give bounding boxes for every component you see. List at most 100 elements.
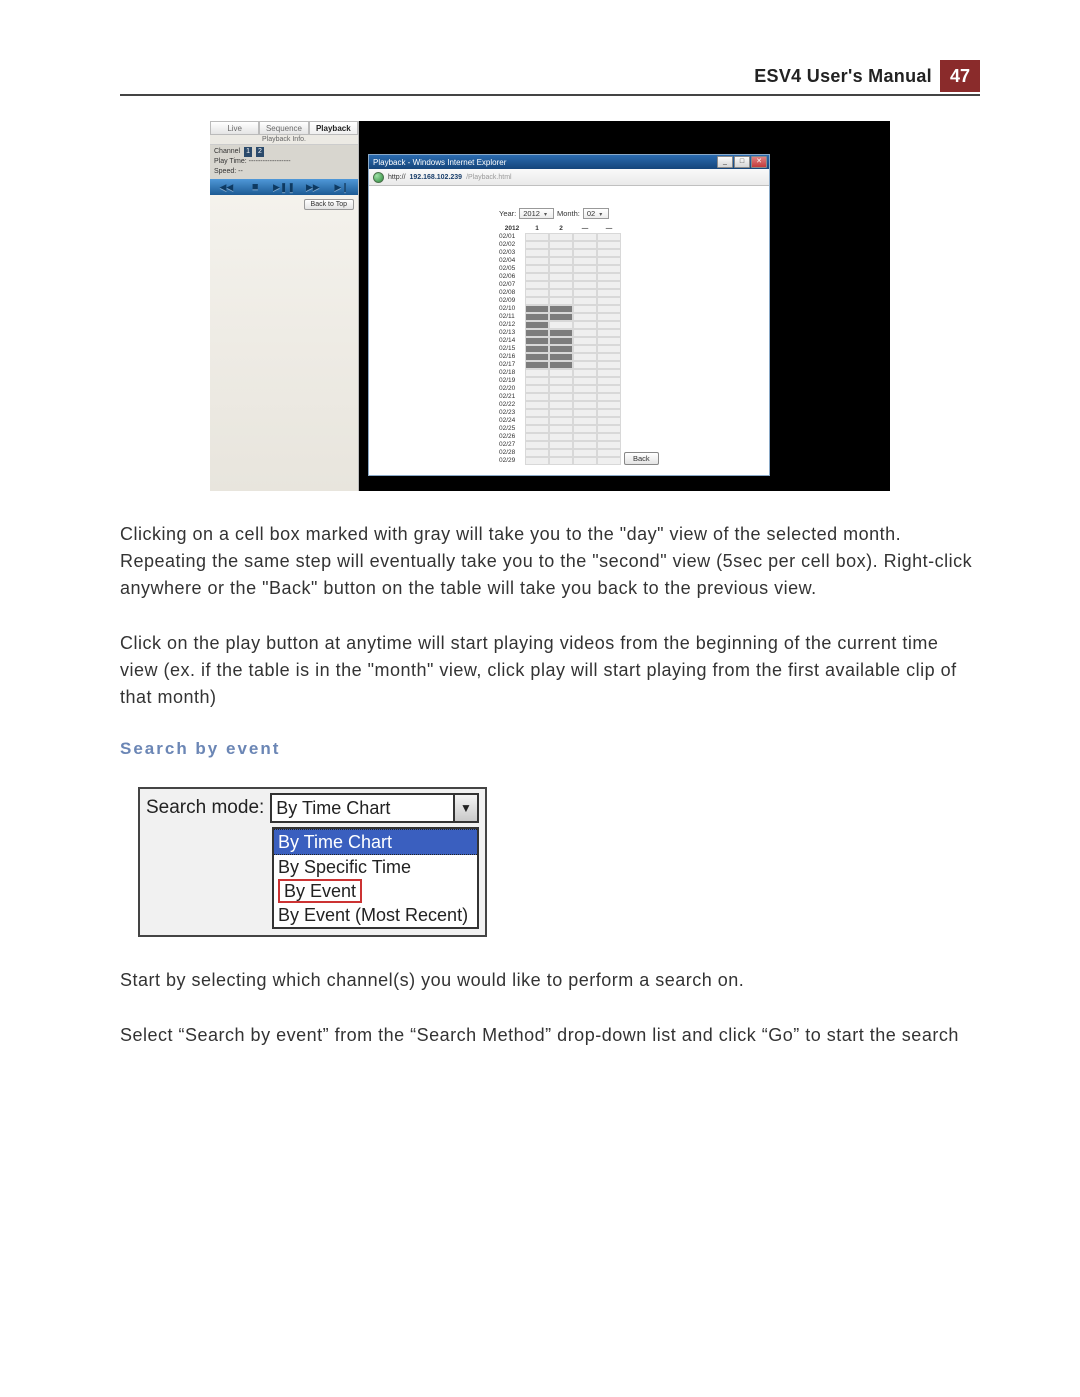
chart-cell[interactable] [525,305,549,313]
chart-cell[interactable] [525,321,549,329]
chart-cell[interactable] [549,361,573,369]
chart-cell[interactable] [597,305,621,313]
chart-cell[interactable] [597,409,621,417]
chart-cell[interactable] [573,449,597,457]
chart-cell[interactable] [549,281,573,289]
chart-cell[interactable] [573,385,597,393]
chart-cell[interactable] [573,417,597,425]
chart-cell[interactable] [573,281,597,289]
chart-cell[interactable] [549,297,573,305]
chart-cell[interactable] [525,457,549,465]
chart-cell[interactable] [597,321,621,329]
chart-cell[interactable] [525,297,549,305]
chart-cell[interactable] [597,281,621,289]
chart-cell[interactable] [525,345,549,353]
chart-cell[interactable] [549,425,573,433]
chart-cell[interactable] [597,273,621,281]
window-maximize-button[interactable]: □ [734,156,750,168]
chart-cell[interactable] [525,353,549,361]
chart-cell[interactable] [549,249,573,257]
chart-cell[interactable] [573,249,597,257]
option-by-specific-time[interactable]: By Specific Time [274,855,477,879]
chart-cell[interactable] [525,265,549,273]
chart-cell[interactable] [597,345,621,353]
chart-cell[interactable] [597,241,621,249]
chart-cell[interactable] [573,241,597,249]
popup-addressbar[interactable]: http://192.168.102.239/Playback.html [369,169,769,186]
option-by-event[interactable]: By Event [274,879,477,903]
chart-cell[interactable] [525,425,549,433]
chart-cell[interactable] [597,233,621,241]
dropdown-arrow-icon[interactable]: ▼ [453,795,477,821]
chart-back-button[interactable]: Back [624,452,659,465]
chart-cell[interactable] [597,377,621,385]
forward-button[interactable]: ▶▶ [298,180,327,194]
chart-cell[interactable] [573,257,597,265]
chart-cell[interactable] [525,393,549,401]
chart-cell[interactable] [573,233,597,241]
chart-cell[interactable] [525,257,549,265]
chart-cell[interactable] [573,345,597,353]
chart-cell[interactable] [549,273,573,281]
chart-cell[interactable] [549,313,573,321]
month-select[interactable]: 02 [583,208,609,219]
chart-cell[interactable] [597,297,621,305]
chart-cell[interactable] [549,369,573,377]
chart-cell[interactable] [525,361,549,369]
chart-cell[interactable] [525,249,549,257]
chart-cell[interactable] [597,329,621,337]
chart-cell[interactable] [549,385,573,393]
chart-cell[interactable] [549,233,573,241]
chart-cell[interactable] [525,281,549,289]
search-mode-select[interactable]: By Time Chart ▼ [270,793,479,823]
chart-cell[interactable] [597,401,621,409]
chart-cell[interactable] [573,457,597,465]
chart-cell[interactable] [525,241,549,249]
tab-sequence[interactable]: Sequence [259,121,308,135]
chart-cell[interactable] [573,377,597,385]
option-by-time-chart[interactable]: By Time Chart [274,829,477,855]
chart-cell[interactable] [525,401,549,409]
chart-cell[interactable] [525,409,549,417]
chart-cell[interactable] [549,401,573,409]
chart-cell[interactable] [549,417,573,425]
chart-cell[interactable] [573,441,597,449]
chart-cell[interactable] [525,273,549,281]
chart-cell[interactable] [573,273,597,281]
chart-cell[interactable] [525,369,549,377]
chart-cell[interactable] [597,393,621,401]
chart-cell[interactable] [573,305,597,313]
chart-cell[interactable] [597,353,621,361]
chart-cell[interactable] [597,257,621,265]
chart-cell[interactable] [525,289,549,297]
chart-cell[interactable] [525,337,549,345]
play-pause-button[interactable]: ▶❚❚ [270,180,299,194]
back-to-top-button[interactable]: Back to Top [304,199,354,210]
chart-cell[interactable] [549,353,573,361]
chart-cell[interactable] [549,265,573,273]
option-by-event-most-recent[interactable]: By Event (Most Recent) [274,903,477,927]
chart-cell[interactable] [549,433,573,441]
chart-cell[interactable] [525,433,549,441]
chart-cell[interactable] [549,409,573,417]
rewind-fast-button[interactable]: ◀◀ [212,180,241,194]
chart-cell[interactable] [573,329,597,337]
chart-cell[interactable] [573,393,597,401]
chart-cell[interactable] [597,369,621,377]
chart-cell[interactable] [549,305,573,313]
chart-cell[interactable] [549,345,573,353]
chart-cell[interactable] [597,417,621,425]
chart-cell[interactable] [525,449,549,457]
chart-cell[interactable] [573,425,597,433]
chart-cell[interactable] [597,385,621,393]
chart-cell[interactable] [549,337,573,345]
chart-cell[interactable] [597,449,621,457]
skip-end-button[interactable]: ▶❙ [327,180,356,194]
chart-cell[interactable] [525,233,549,241]
chart-cell[interactable] [597,457,621,465]
chart-cell[interactable] [549,457,573,465]
chart-cell[interactable] [573,289,597,297]
channel-badge-2[interactable]: 2 [256,147,264,157]
channel-badge-1[interactable]: 1 [244,147,252,157]
chart-cell[interactable] [573,409,597,417]
